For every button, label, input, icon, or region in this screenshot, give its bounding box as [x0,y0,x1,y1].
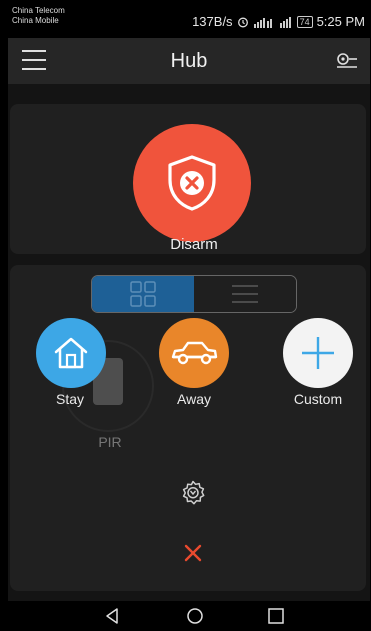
stay-label: Stay [55,391,84,407]
app-header: Hub [8,38,370,84]
recent-apps-icon[interactable] [266,606,286,626]
home-nav-icon[interactable] [185,606,205,626]
list-view-tab[interactable] [194,276,296,312]
signal-icon [253,17,272,28]
clock: 5:25 PM [316,14,365,29]
system-nav-bar [0,601,371,631]
page-title: Hub [170,50,208,72]
away-button[interactable] [159,318,229,388]
carrier-info: China Telecom China Mobile [12,6,65,26]
plus-icon [302,337,334,369]
list-view-icon [232,285,258,303]
status-indicators: 137B/s 74 5:25 PM [192,14,365,29]
carrier-2: China Mobile [12,16,59,25]
away-label: Away [177,391,211,407]
settings-icon[interactable] [180,480,206,506]
carrier-1: China Telecom [12,6,65,15]
custom-label: Custom [293,391,343,407]
disarm-circle [133,124,251,242]
hub-settings-icon[interactable] [336,50,358,72]
custom-button[interactable] [283,318,353,388]
device-label: PIR [98,434,122,450]
close-icon[interactable] [181,541,205,565]
disarm-button[interactable] [133,124,251,242]
shield-x-icon [168,155,216,211]
stay-button[interactable] [36,318,106,388]
grid-view-tab[interactable] [92,276,194,312]
back-icon[interactable] [103,606,123,626]
status-bar: China Telecom China Mobile 137B/s 74 5:2… [0,0,371,38]
car-icon [171,341,218,365]
home-icon [54,337,88,369]
disarm-label: Disarm [170,236,218,253]
signal-2-icon [279,16,291,28]
alarm-clock-icon [237,17,248,27]
grid-view-icon [130,281,156,307]
view-toggle [91,275,297,313]
battery-icon: 74 [296,15,313,28]
net-speed: 137B/s [192,14,233,29]
